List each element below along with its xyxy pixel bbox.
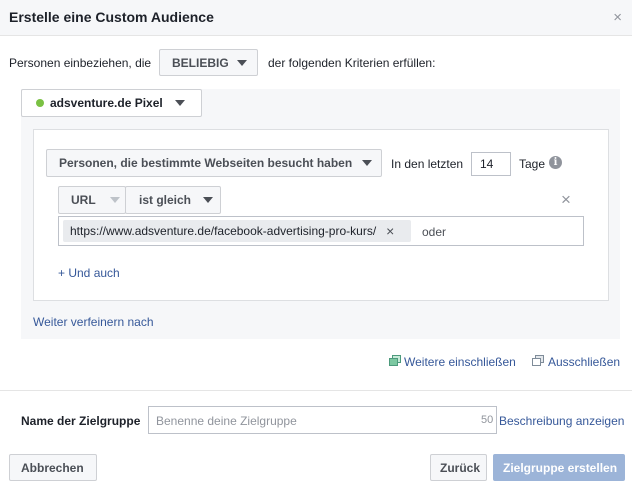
token-remove-icon[interactable]: ×	[386, 223, 394, 239]
match-select[interactable]: BELIEBIG	[159, 49, 258, 76]
filter-operator-label: ist gleich	[139, 193, 192, 207]
chevron-down-icon	[362, 160, 373, 166]
rule-type-select[interactable]: Personen, die bestimmte Webseiten besuch…	[46, 149, 382, 177]
chevron-down-icon	[236, 59, 247, 66]
create-button[interactable]: Zielgruppe erstellen	[493, 454, 625, 481]
section-divider	[0, 390, 632, 391]
filter-operator-select[interactable]: ist gleich	[125, 186, 221, 214]
days-prefix: In den letzten	[391, 157, 464, 171]
back-label: Zurück	[440, 460, 481, 475]
include-more-link[interactable]: Weitere einschließen	[404, 355, 516, 369]
show-description-link[interactable]: Beschreibung anzeigen	[499, 414, 624, 428]
filter-field-label: URL	[71, 193, 96, 207]
close-icon[interactable]: ×	[613, 9, 622, 26]
exclude-icon	[532, 355, 544, 366]
url-token: https://www.adsventure.de/facebook-adver…	[63, 220, 411, 242]
chevron-down-icon	[174, 100, 185, 106]
audience-name-placeholder: Benenne deine Zielgruppe	[156, 414, 297, 428]
match-select-label: BELIEBIG	[172, 55, 229, 70]
chevron-down-icon	[203, 197, 214, 203]
dialog-title: Erstelle eine Custom Audience	[9, 9, 214, 25]
audience-name-label: Name der Zielgruppe	[21, 414, 141, 428]
exclude-link[interactable]: Ausschließen	[548, 355, 620, 369]
rule-type-label: Personen, die bestimmte Webseiten besuch…	[59, 156, 353, 170]
days-input[interactable]: 14	[471, 152, 511, 176]
pixel-label: adsventure.de Pixel	[50, 96, 163, 110]
create-label: Zielgruppe erstellen	[503, 460, 618, 475]
back-button[interactable]: Zurück	[430, 454, 487, 481]
refine-link[interactable]: Weiter verfeinern nach	[33, 315, 154, 329]
pixel-status-dot	[36, 99, 44, 107]
cancel-button[interactable]: Abbrechen	[9, 454, 97, 481]
url-token-label: https://www.adsventure.de/facebook-adver…	[70, 224, 377, 238]
cancel-label: Abbrechen	[21, 460, 84, 475]
chevron-down-icon	[109, 197, 120, 203]
filter-field-select[interactable]: URL	[58, 186, 126, 214]
pixel-select[interactable]: adsventure.de Pixel	[21, 89, 202, 117]
or-placeholder: oder	[422, 225, 447, 239]
remove-rule-icon[interactable]: ×	[561, 191, 571, 208]
add-and-link[interactable]: + Und auch	[58, 266, 120, 280]
include-icon	[389, 355, 401, 366]
criteria-suffix: der folgenden Kriterien erfüllen:	[268, 56, 436, 70]
char-count: 50	[481, 414, 494, 426]
info-icon[interactable]: i	[549, 156, 562, 169]
days-suffix: Tage	[519, 157, 546, 171]
days-value: 14	[480, 157, 494, 171]
criteria-prefix: Personen einbeziehen, die	[9, 56, 152, 70]
